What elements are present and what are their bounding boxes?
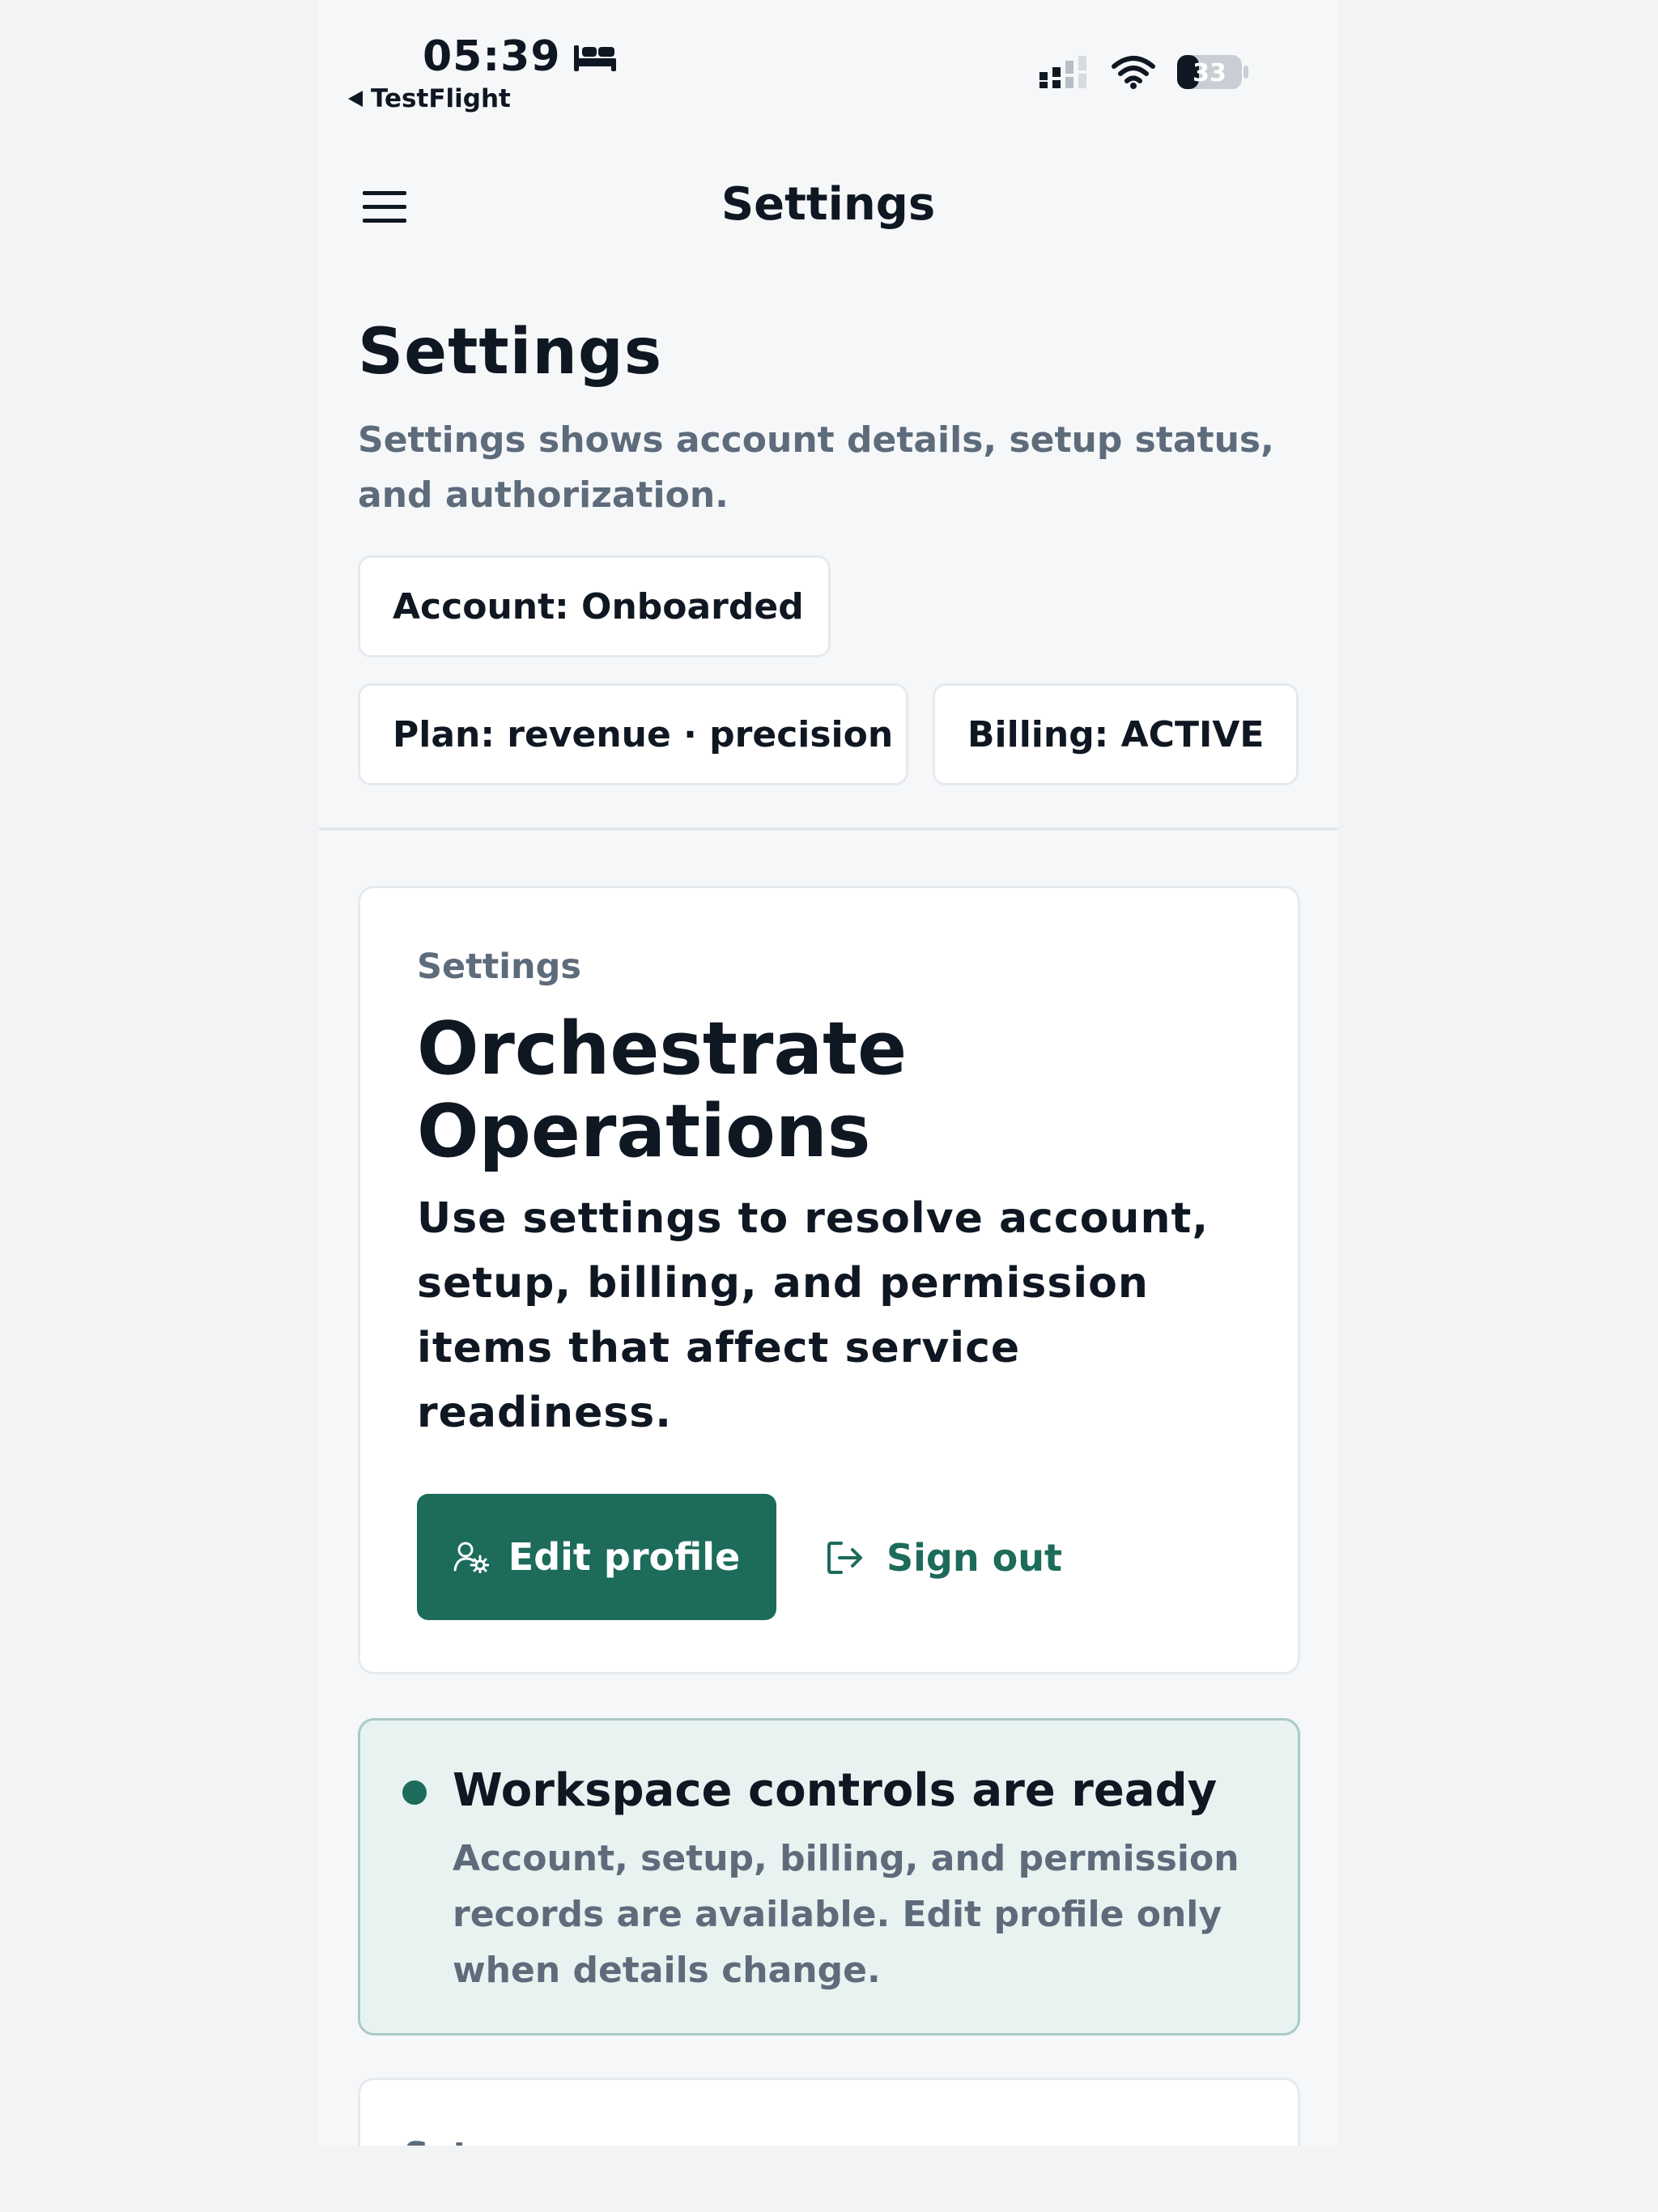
nav-title: Settings bbox=[721, 178, 936, 231]
hero-card: Settings Orchestrate Operations Use sett… bbox=[358, 886, 1300, 1674]
setup-card-label: Setup bbox=[404, 2135, 519, 2146]
hero-eyebrow: Settings bbox=[417, 946, 581, 987]
page-subtitle: Settings shows account details, setup st… bbox=[358, 419, 1274, 516]
battery-level: 33 bbox=[1192, 59, 1226, 87]
setup-card: Setup bbox=[358, 2078, 1300, 2146]
section-divider bbox=[319, 827, 1337, 831]
back-caret-icon bbox=[348, 91, 363, 107]
app-screen: 05:39 TestFlight 33 Settings Settings Se… bbox=[319, 0, 1337, 2146]
status-dot-icon bbox=[402, 1780, 427, 1805]
workspace-ready-banner: Workspace controls are ready Account, se… bbox=[358, 1718, 1300, 2035]
signal-icon bbox=[1039, 56, 1086, 88]
plan-chip: Plan: revenue · precision bbox=[358, 683, 908, 785]
back-to-testflight-link[interactable]: TestFlight bbox=[348, 84, 511, 113]
ready-title: Workspace controls are ready bbox=[453, 1764, 1218, 1817]
battery-icon: 33 bbox=[1177, 55, 1248, 89]
billing-status-chip: Billing: ACTIVE bbox=[933, 683, 1299, 785]
user-settings-icon bbox=[453, 1542, 489, 1573]
account-status-chip: Account: Onboarded bbox=[358, 555, 831, 657]
wifi-icon bbox=[1112, 56, 1155, 89]
hero-title: Orchestrate Operations bbox=[417, 1006, 908, 1174]
status-time: 05:39 bbox=[423, 32, 618, 81]
sign-out-icon bbox=[827, 1542, 862, 1574]
hero-description: Use settings to resolve account, setup, … bbox=[417, 1194, 1209, 1437]
bed-icon bbox=[573, 45, 616, 71]
page-title: Settings bbox=[358, 316, 663, 389]
status-indicators: 33 bbox=[1039, 53, 1250, 91]
edit-profile-button[interactable]: Edit profile bbox=[417, 1494, 776, 1620]
sign-out-button[interactable]: Sign out bbox=[827, 1521, 1062, 1594]
ready-description: Account, setup, billing, and permission … bbox=[453, 1838, 1239, 1991]
